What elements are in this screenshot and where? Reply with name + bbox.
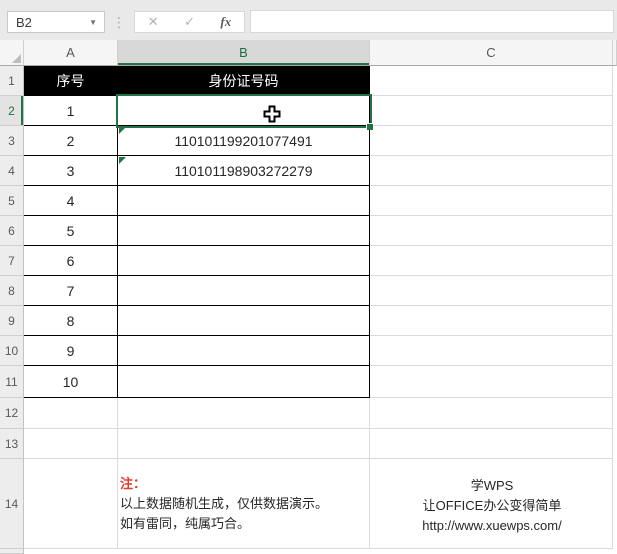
grid-cell-c4[interactable] xyxy=(370,156,613,186)
cell-a6-serial[interactable]: 5 xyxy=(24,216,118,246)
cell-b4-id[interactable]: 110101198903272279 xyxy=(118,156,370,186)
name-box[interactable]: B2 ▼ xyxy=(7,11,105,33)
column-header-a[interactable]: A xyxy=(24,40,118,66)
chevron-down-icon[interactable]: ▼ xyxy=(89,18,104,27)
formula-buttons: ✕ ✓ fx xyxy=(134,11,245,33)
grid-cell-c13[interactable] xyxy=(370,429,613,459)
select-all-corner[interactable] xyxy=(0,40,24,66)
insert-function-icon[interactable]: fx xyxy=(220,14,231,30)
select-all-triangle-icon xyxy=(12,54,21,63)
row-header-7[interactable]: 7 xyxy=(0,246,24,276)
grid-cell-c3[interactable] xyxy=(370,126,613,156)
cell-a2-serial[interactable]: 1 xyxy=(24,96,118,126)
column-header-b[interactable]: B xyxy=(118,40,370,66)
grid-cell-c7[interactable] xyxy=(370,246,613,276)
cell-b3-id[interactable]: 110101199201077491 xyxy=(118,126,370,156)
cell-a10-serial[interactable]: 9 xyxy=(24,336,118,366)
row-header-2[interactable]: 2 xyxy=(0,96,24,126)
grid-cell-c1[interactable] xyxy=(370,66,613,96)
grid-cell-b12[interactable] xyxy=(118,398,370,429)
toolbar-separator-dots-icon: ⋮ xyxy=(112,10,126,34)
note-line-2: 如有雷同，纯属巧合。 xyxy=(120,514,368,534)
cell-a5-serial[interactable]: 4 xyxy=(24,186,118,216)
row-header-filler xyxy=(0,549,24,554)
cell-b11-id[interactable] xyxy=(118,366,370,398)
grid-cell-b13[interactable] xyxy=(118,429,370,459)
row-header-11[interactable]: 11 xyxy=(0,366,24,398)
row-header-6[interactable]: 6 xyxy=(0,216,24,246)
row-header-9[interactable]: 9 xyxy=(0,306,24,336)
grid-cell-c11[interactable] xyxy=(370,366,613,398)
cell-a1-header[interactable]: 序号 xyxy=(24,66,118,96)
cell-a7-serial[interactable]: 6 xyxy=(24,246,118,276)
cell-b7-id[interactable] xyxy=(118,246,370,276)
row-header-12[interactable]: 12 xyxy=(0,398,24,429)
cell-a4-serial[interactable]: 3 xyxy=(24,156,118,186)
grid-cell-c6[interactable] xyxy=(370,216,613,246)
number-stored-as-text-flag-icon xyxy=(119,157,126,164)
note-cell[interactable]: 注： 以上数据随机生成，仅供数据演示。 如有雷同，纯属巧合。 xyxy=(120,474,368,534)
grid-cell-c10[interactable] xyxy=(370,336,613,366)
row-header-14[interactable]: 14 xyxy=(0,459,24,549)
grid-cell-a12[interactable] xyxy=(24,398,118,429)
promo-link: http://www.xuewps.com/ xyxy=(371,516,613,536)
row-header-13[interactable]: 13 xyxy=(0,429,24,459)
cancel-icon[interactable]: ✕ xyxy=(148,14,159,30)
note-title: 注： xyxy=(120,474,368,494)
column-header-c[interactable]: C xyxy=(370,40,613,66)
grid-cell-c12[interactable] xyxy=(370,398,613,429)
formula-bar-input[interactable] xyxy=(250,10,614,33)
cell-b6-id[interactable] xyxy=(118,216,370,246)
cell-b9-id[interactable] xyxy=(118,306,370,336)
fill-handle[interactable] xyxy=(366,123,373,130)
number-stored-as-text-flag-icon xyxy=(119,127,126,134)
note-line-1: 以上数据随机生成，仅供数据演示。 xyxy=(120,494,368,514)
grid-cell-a14[interactable] xyxy=(24,459,118,549)
cell-a9-serial[interactable]: 8 xyxy=(24,306,118,336)
cell-b1-header[interactable]: 身份证号码 xyxy=(118,66,370,96)
cell-b5-id[interactable] xyxy=(118,186,370,216)
grid-cell-c5[interactable] xyxy=(370,186,613,216)
grid-cell-a13[interactable] xyxy=(24,429,118,459)
grid-cell-c2[interactable] xyxy=(370,96,613,126)
row-header-5[interactable]: 5 xyxy=(0,186,24,216)
row-header-4[interactable]: 4 xyxy=(0,156,24,186)
row-header-3[interactable]: 3 xyxy=(0,126,24,156)
grid-cell-c9[interactable] xyxy=(370,306,613,336)
column-header-d-sliver[interactable] xyxy=(613,40,617,66)
confirm-icon[interactable]: ✓ xyxy=(184,14,195,30)
spreadsheet-app: B2 ▼ ⋮ ✕ ✓ fx A B C 注： 以上数据随机生成，仅供数据演示。 … xyxy=(0,0,617,554)
promo-line-2: 让OFFICE办公变得简单 xyxy=(371,496,613,516)
cell-b10-id[interactable] xyxy=(118,336,370,366)
cell-b8-id[interactable] xyxy=(118,276,370,306)
cell-a11-serial[interactable]: 10 xyxy=(24,366,118,398)
selected-cell-border xyxy=(116,94,372,128)
promo-line-1: 学WPS xyxy=(371,476,613,496)
row-header-8[interactable]: 8 xyxy=(0,276,24,306)
row-header-1[interactable]: 1 xyxy=(0,66,24,96)
name-box-value: B2 xyxy=(8,15,89,30)
promo-cell[interactable]: 学WPS 让OFFICE办公变得简单 http://www.xuewps.com… xyxy=(371,476,613,536)
grid-cell-c8[interactable] xyxy=(370,276,613,306)
cell-cursor-icon xyxy=(262,104,282,124)
cell-a3-serial[interactable]: 2 xyxy=(24,126,118,156)
row-header-10[interactable]: 10 xyxy=(0,336,24,366)
cell-a8-serial[interactable]: 7 xyxy=(24,276,118,306)
